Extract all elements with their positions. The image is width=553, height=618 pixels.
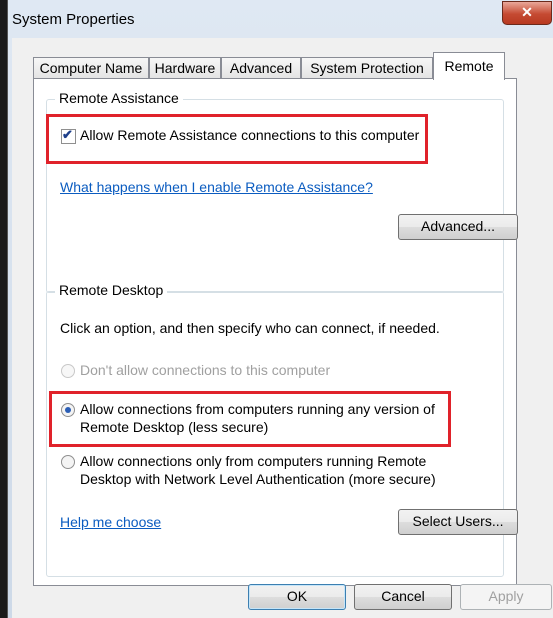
apply-button[interactable]: Apply [460,584,552,610]
remote-assistance-group-title: Remote Assistance [55,90,183,106]
radio-allow-nla-only-label-line2[interactable]: Desktop with Network Level Authenticatio… [80,471,436,487]
close-icon: ✕ [521,4,533,20]
remote-desktop-instruction: Click an option, and then specify who ca… [60,320,440,336]
window-title: System Properties [12,11,135,28]
select-users-button[interactable]: Select Users... [398,509,518,535]
radio-allow-any-version-label-line2[interactable]: Remote Desktop (less secure) [80,419,268,435]
tab-hardware[interactable]: Hardware [149,57,221,79]
radio-dont-allow[interactable] [61,364,75,378]
radio-dont-allow-label[interactable]: Don't allow connections to this computer [80,362,330,378]
cancel-button[interactable]: Cancel [354,584,452,610]
tab-advanced[interactable]: Advanced [221,57,301,79]
ok-button[interactable]: OK [248,584,346,610]
dialog-client-area: Computer Name Hardware Advanced System P… [12,38,553,618]
radio-allow-nla-only-label-line1[interactable]: Allow connections only from computers ru… [80,453,426,469]
radio-allow-nla-only[interactable] [61,455,75,469]
system-properties-window: System Properties ✕ Computer Name Hardwa… [7,0,553,618]
remote-desktop-group-title: Remote Desktop [55,282,168,298]
allow-remote-assistance-label[interactable]: Allow Remote Assistance connections to t… [80,127,419,143]
title-bar: System Properties ✕ [8,0,553,38]
close-button[interactable]: ✕ [502,1,552,25]
tab-remote[interactable]: Remote [433,52,505,80]
radio-allow-any-version-label-line1[interactable]: Allow connections from computers running… [80,401,435,417]
remote-tab-panel: Remote Assistance ✔ Allow Remote Assista… [33,78,518,586]
tab-computer-name[interactable]: Computer Name [33,57,149,79]
advanced-button[interactable]: Advanced... [398,214,518,240]
remote-assistance-help-link[interactable]: What happens when I enable Remote Assist… [60,179,373,195]
allow-remote-assistance-checkbox[interactable]: ✔ [61,127,76,144]
radio-allow-any-version[interactable] [61,403,75,417]
checkmark-icon: ✔ [62,127,73,142]
help-me-choose-link[interactable]: Help me choose [60,514,161,530]
tab-system-protection[interactable]: System Protection [301,57,433,79]
